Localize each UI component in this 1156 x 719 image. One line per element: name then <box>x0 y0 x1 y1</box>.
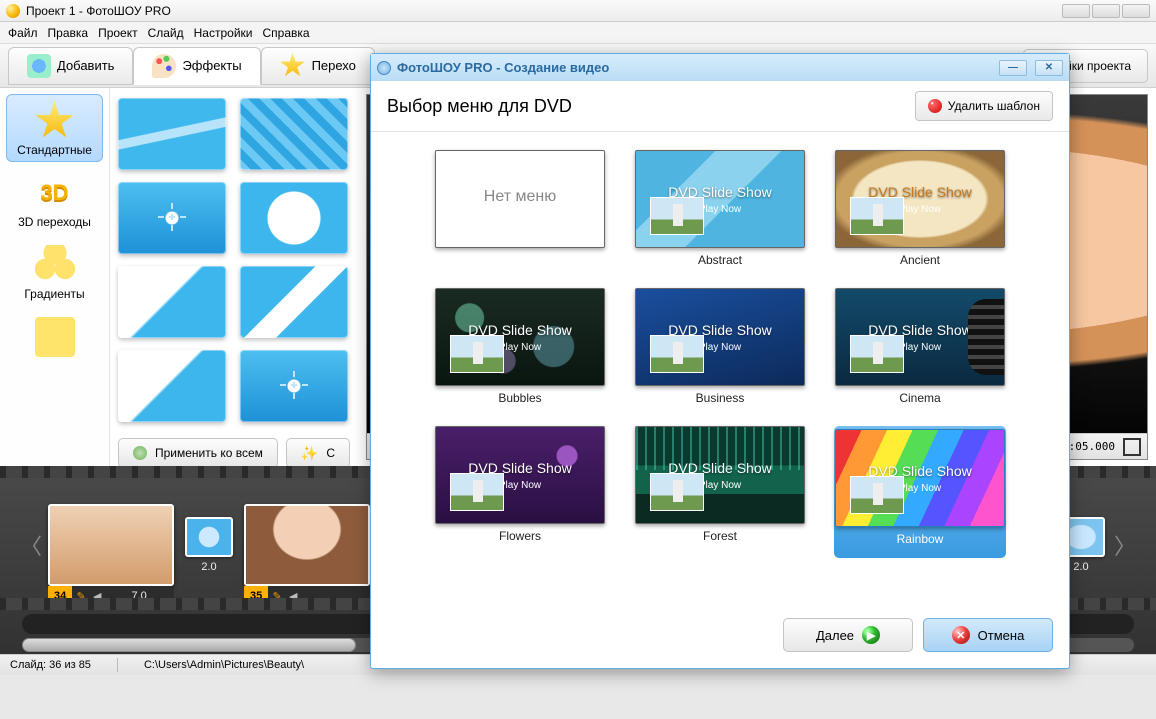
timeline-slide[interactable]: 34 ✎ ◀ 7.0 <box>48 504 174 586</box>
camera-icon <box>27 54 51 78</box>
dialog-close-button[interactable]: ✕ <box>1035 60 1063 76</box>
effect-thumb[interactable] <box>118 98 226 170</box>
minimize-button[interactable] <box>1062 4 1090 18</box>
effect-thumb[interactable] <box>118 350 226 422</box>
effect-thumb[interactable] <box>240 182 348 254</box>
apply-all-button[interactable]: Применить ко всем <box>118 438 278 468</box>
dialog-icon <box>377 61 391 75</box>
menu-settings[interactable]: Настройки <box>194 26 253 40</box>
dvd-menu-dialog: ФотоШОУ PRO - Создание видео — ✕ Выбор м… <box>370 53 1070 669</box>
effects-grid <box>110 88 358 432</box>
sidebar-item-label: Стандартные <box>17 143 92 157</box>
close-button[interactable] <box>1122 4 1150 18</box>
template-label: Business <box>696 391 745 405</box>
template-forest[interactable]: DVD Slide ShowPlay Now Forest <box>634 426 806 558</box>
template-label: Forest <box>703 529 737 543</box>
app-icon <box>6 4 20 18</box>
random-effect-button[interactable]: ✨С <box>286 438 350 468</box>
cancel-icon: ✕ <box>952 626 970 644</box>
next-button[interactable]: Далее ▶ <box>783 618 913 652</box>
template-label: Bubbles <box>498 391 541 405</box>
dialog-title: ФотоШОУ PRO - Создание видео <box>397 60 609 75</box>
template-label: Ancient <box>900 253 940 267</box>
star-icon <box>35 101 75 141</box>
apply-all-label: Применить ко всем <box>155 446 263 460</box>
sidebar-item-3d[interactable]: 3D 3D переходы <box>6 166 103 234</box>
tab-effects[interactable]: Эффекты <box>133 47 260 85</box>
template-label: Rainbow <box>897 532 944 546</box>
sidebar-item-label: Градиенты <box>24 287 84 301</box>
arrow-right-icon: ▶ <box>862 626 880 644</box>
tab-transitions-label: Перехо <box>312 58 356 73</box>
menu-file[interactable]: Файл <box>8 26 38 40</box>
template-none[interactable]: Нет меню <box>434 150 606 282</box>
check-icon <box>133 446 147 460</box>
sidebar-item-extra[interactable] <box>6 310 103 362</box>
sidebar-item-gradients[interactable]: Градиенты <box>6 238 103 306</box>
sidebar-item-label: 3D переходы <box>18 215 91 229</box>
effect-thumb[interactable] <box>240 98 348 170</box>
maximize-button[interactable] <box>1092 4 1120 18</box>
3d-icon: 3D <box>35 173 75 213</box>
tab-add-label: Добавить <box>57 58 114 73</box>
transition-duration: 2.0 <box>1073 561 1088 573</box>
template-rainbow[interactable]: DVD Slide ShowPlay Now Rainbow <box>834 426 1006 558</box>
random-label: С <box>326 446 335 460</box>
dialog-heading: Выбор меню для DVD <box>387 96 572 117</box>
effect-thumb[interactable] <box>118 182 226 254</box>
gradient-icon <box>35 245 75 285</box>
transition-slot[interactable]: 2.0 <box>182 517 236 573</box>
delete-template-label: Удалить шаблон <box>948 99 1040 113</box>
status-path: C:\Users\Admin\Pictures\Beauty\ <box>144 659 304 671</box>
transition-duration: 2.0 <box>201 561 216 573</box>
palette-icon <box>152 54 176 78</box>
dialog-titlebar: ФотоШОУ PRO - Создание видео — ✕ <box>371 54 1069 81</box>
dialog-minimize-button[interactable]: — <box>999 60 1027 76</box>
main-titlebar: Проект 1 - ФотоШОУ PRO <box>0 0 1156 22</box>
tab-transitions[interactable]: Перехо <box>261 47 375 85</box>
effects-sidebar: Стандартные 3D 3D переходы Градиенты <box>0 88 110 466</box>
next-label: Далее <box>816 628 854 643</box>
tab-add[interactable]: Добавить <box>8 47 133 85</box>
template-business[interactable]: DVD Slide ShowPlay Now Business <box>634 288 806 420</box>
dialog-header: Выбор меню для DVD Удалить шаблон <box>371 81 1069 132</box>
template-cinema[interactable]: DVD Slide ShowPlay Now Cinema <box>834 288 1006 420</box>
timeline-next-button[interactable]: 〉 <box>1116 529 1134 561</box>
template-grid: Нет меню DVD Slide ShowPlay Now Abstract… <box>371 132 1069 606</box>
timeline-prev-button[interactable]: 〈 <box>22 529 40 561</box>
tab-effects-label: Эффекты <box>182 58 241 73</box>
delete-icon <box>928 99 942 113</box>
note-icon <box>35 317 75 357</box>
dialog-footer: Далее ▶ ✕ Отмена <box>371 606 1069 668</box>
menu-slide[interactable]: Слайд <box>148 26 184 40</box>
delete-template-button[interactable]: Удалить шаблон <box>915 91 1053 121</box>
effect-thumb[interactable] <box>240 350 348 422</box>
fullscreen-button[interactable] <box>1123 438 1141 456</box>
menu-help[interactable]: Справка <box>262 26 309 40</box>
window-title: Проект 1 - ФотоШОУ PRO <box>26 4 171 18</box>
effect-thumb[interactable] <box>118 266 226 338</box>
star-icon <box>280 53 306 79</box>
effect-thumb[interactable] <box>240 266 348 338</box>
menu-bar: Файл Правка Проект Слайд Настройки Справ… <box>0 22 1156 44</box>
menu-edit[interactable]: Правка <box>48 26 89 40</box>
template-ancient[interactable]: DVD Slide ShowPlay Now Ancient <box>834 150 1006 282</box>
menu-project[interactable]: Проект <box>98 26 138 40</box>
sidebar-item-standard[interactable]: Стандартные <box>6 94 103 162</box>
template-label: Flowers <box>499 529 541 543</box>
cancel-label: Отмена <box>978 628 1025 643</box>
template-bubbles[interactable]: DVD Slide ShowPlay Now Bubbles <box>434 288 606 420</box>
status-slide-count: Слайд: 36 из 85 <box>10 659 91 671</box>
template-label: Abstract <box>698 253 742 267</box>
template-label: Cinema <box>899 391 940 405</box>
cancel-button[interactable]: ✕ Отмена <box>923 618 1053 652</box>
template-flowers[interactable]: DVD Slide ShowPlay Now Flowers <box>434 426 606 558</box>
template-abstract[interactable]: DVD Slide ShowPlay Now Abstract <box>634 150 806 282</box>
timeline-slide[interactable]: 35 ✎ ◀ <box>244 504 370 586</box>
